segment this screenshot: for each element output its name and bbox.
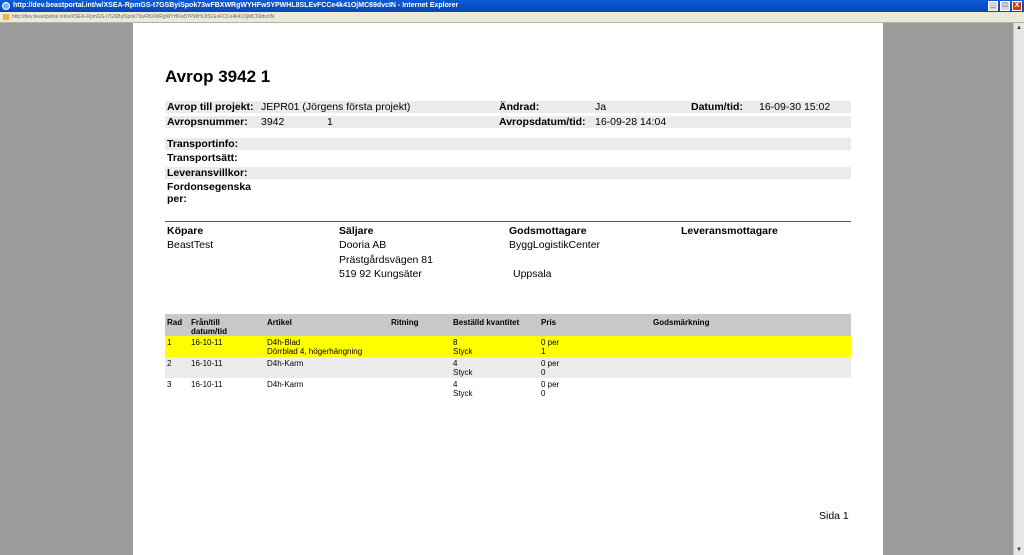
fordonsegenskaper-label-1: Fordonsegenska — [167, 181, 252, 193]
table-header: Rad Från/till datum/tid Artikel Ritning B… — [165, 314, 851, 336]
minimize-button[interactable]: _ — [988, 1, 998, 11]
cell-enhet: Styck — [453, 347, 473, 356]
section-divider — [165, 221, 851, 222]
maximize-button[interactable]: □ — [1000, 1, 1010, 11]
avropsdatum-value: 16-09-28 14:04 — [595, 116, 667, 128]
cell-kvantitet: 4 — [453, 359, 458, 368]
col-fran-till-line2: datum/tid — [191, 327, 227, 336]
kopare-heading: Köpare — [167, 225, 204, 237]
col-godsmarkning: Godsmärkning — [653, 318, 710, 327]
col-rad: Rad — [167, 318, 183, 327]
col-fran-till: Från/till datum/tid — [191, 318, 227, 336]
leveransmottagare-heading: Leveransmottagare — [681, 225, 778, 237]
cell-rad: 2 — [167, 359, 172, 368]
address-bar[interactable]: http://dev.beastportal.int/w/XSEA-RpmGS-… — [0, 12, 1024, 23]
cell-enhet: Styck — [453, 368, 473, 377]
table-row[interactable]: 2 16-10-11 D4h-Karm 4 Styck 0 per 0 — [165, 357, 851, 378]
window-controls: _ □ X — [988, 1, 1022, 11]
window-titlebar: http://dev.beastportal.int/w/XSEA-RpmGS-… — [0, 0, 1024, 12]
url-text[interactable]: http://dev.beastportal.int/w/XSEA-RpmGS-… — [12, 12, 712, 22]
avrop-till-projekt-label: Avrop till projekt: — [167, 101, 254, 113]
col-bestalld-kvantitet: Beställd kvantitet — [453, 318, 520, 327]
datum-tid-label: Datum/tid: — [691, 101, 743, 113]
cell-artikel: D4h-Karm — [267, 380, 304, 389]
godsmottagare-name: ByggLogistikCenter — [509, 239, 601, 251]
cell-artikel-beskrivning: Dörrblad 4, högerhängning — [267, 347, 363, 356]
cell-artikel: D4h-Karm — [267, 359, 304, 368]
header-row-avropsnummer: Avropsnummer: 3942 1 Avropsdatum/tid: 16… — [165, 116, 851, 128]
cell-pris: 0 per — [541, 359, 560, 368]
col-artikel: Artikel — [267, 318, 292, 327]
datum-tid-value: 16-09-30 15:02 — [759, 101, 831, 113]
avropsnummer-value: 3942 — [261, 116, 285, 128]
table-row[interactable]: 1 16-10-11 D4h-Blad Dörrblad 4, högerhän… — [165, 336, 851, 357]
andrad-value: Ja — [595, 101, 607, 113]
col-ritning: Ritning — [391, 318, 419, 327]
page-icon — [3, 14, 9, 20]
close-button[interactable]: X — [1012, 1, 1022, 11]
cell-pris-varde: 0 — [541, 389, 546, 398]
cell-rad: 3 — [167, 380, 172, 389]
saljare-city: 519 92 Kungsäter — [339, 268, 422, 280]
saljare-heading: Säljare — [339, 225, 374, 237]
cell-artikel: D4h-Blad — [267, 338, 301, 347]
avrop-till-projekt-value: JEPR01 (Jörgens första projekt) — [261, 101, 411, 113]
cell-datum: 16-10-11 — [191, 380, 223, 389]
transportsatt-label: Transportsätt: — [167, 152, 238, 164]
cell-pris: 0 per — [541, 338, 560, 347]
document-page: Avrop 3942 1 Avrop till projekt: JEPR01 … — [133, 23, 883, 555]
leveransvillkor-label: Leveransvillkor: — [167, 167, 248, 179]
col-fran-till-line1: Från/till — [191, 318, 220, 327]
avropsnummer-label: Avropsnummer: — [167, 116, 248, 128]
fordonsegenskaper-label-2: per: — [167, 193, 187, 205]
saljare-name: Dooria AB — [339, 239, 387, 251]
cell-pris-varde: 1 — [541, 347, 546, 356]
scroll-down-icon[interactable]: ▼ — [1015, 546, 1023, 554]
scroll-up-icon[interactable]: ▲ — [1015, 24, 1023, 32]
cell-datum: 16-10-11 — [191, 338, 223, 347]
header-row-fordonsegenskaper-2: per: — [165, 193, 851, 205]
cell-pris: 0 per — [541, 380, 560, 389]
cell-rad: 1 — [167, 338, 172, 347]
transportinfo-label: Transportinfo: — [167, 138, 239, 150]
cell-kvantitet: 4 — [453, 380, 458, 389]
cell-datum: 16-10-11 — [191, 359, 223, 368]
internet-explorer-icon — [2, 2, 10, 10]
saljare-address: Prästgårdsvägen 81 — [339, 254, 433, 266]
page-title: Avrop 3942 1 — [165, 67, 271, 86]
header-row-projekt: Avrop till projekt: JEPR01 (Jörgens förs… — [165, 101, 851, 113]
page-number: Sida 1 — [819, 510, 849, 522]
vertical-scrollbar[interactable]: ▲ ▼ — [1013, 23, 1024, 555]
kopare-name: BeastTest — [167, 239, 214, 251]
godsmottagare-city: Uppsala — [513, 268, 552, 280]
godsmottagare-heading: Godsmottagare — [509, 225, 587, 237]
col-pris: Pris — [541, 318, 557, 327]
cell-kvantitet: 8 — [453, 338, 458, 347]
article-table: Rad Från/till datum/tid Artikel Ritning B… — [165, 314, 851, 399]
header-row-leveransvillkor: Leveransvillkor: — [165, 167, 851, 179]
header-row-transportsatt: Transportsätt: — [165, 152, 851, 164]
cell-enhet: Styck — [453, 389, 473, 398]
cell-pris-varde: 0 — [541, 368, 546, 377]
window-title: http://dev.beastportal.int/w/XSEA-RpmGS-… — [13, 2, 459, 9]
avropsnummer-sub: 1 — [327, 116, 333, 128]
header-row-fordonsegenskaper: Fordonsegenska — [165, 181, 851, 193]
avropsdatum-label: Avropsdatum/tid: — [499, 116, 586, 128]
table-row[interactable]: 3 16-10-11 D4h-Karm 4 Styck 0 per 0 — [165, 378, 851, 399]
andrad-label: Ändrad: — [499, 101, 540, 113]
header-row-transportinfo: Transportinfo: — [165, 138, 851, 150]
